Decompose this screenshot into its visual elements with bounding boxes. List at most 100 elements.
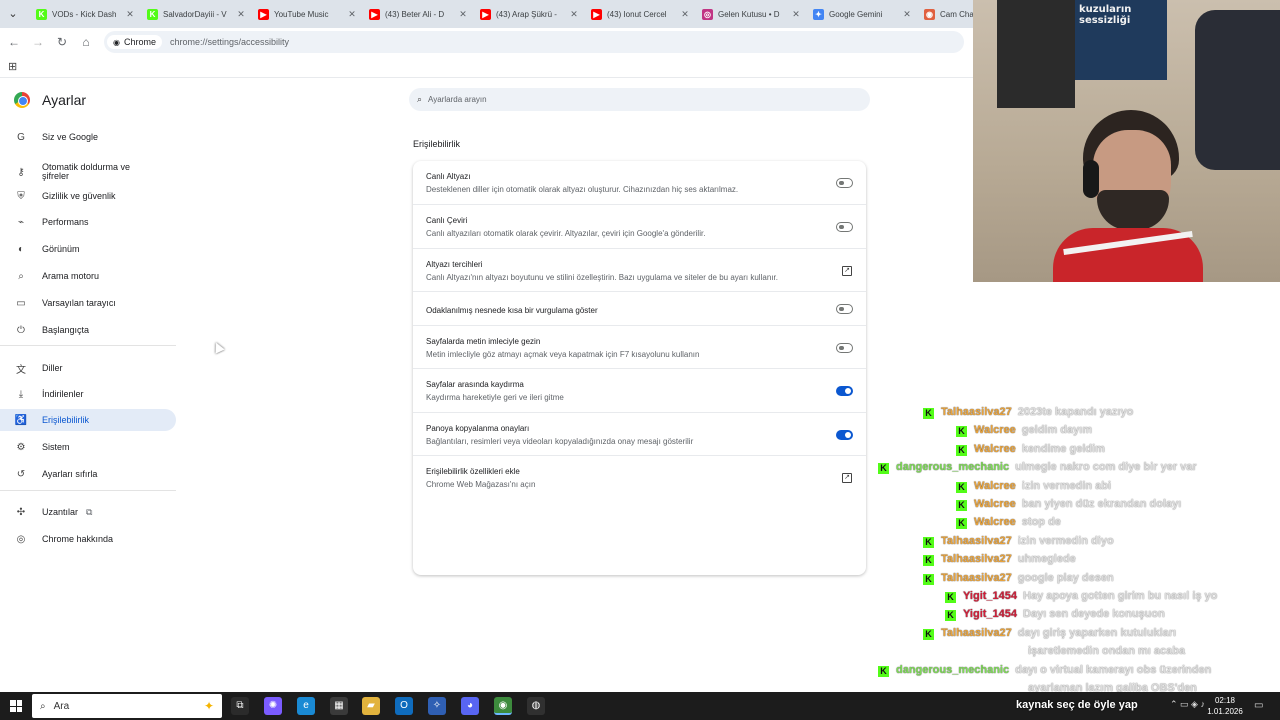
site-info-chip[interactable]: ◉ Chrome xyxy=(107,35,162,49)
sidebar-item-icon: ⤓ xyxy=(18,388,24,400)
clock[interactable]: 02:18 1.01.2026 xyxy=(1205,695,1245,717)
bookmarks-bar: ⊞ xyxy=(0,56,973,78)
settings-row[interactable]: Altyazı tercihleri Canlı Altyazı'nın alty… xyxy=(413,248,866,291)
chat-text: 2023te kapandı yazıyo xyxy=(1017,406,1134,418)
row-title: Altyazı tercihleri xyxy=(426,260,483,269)
browser-tab[interactable]: ◎ Gelen Kutusu • D ✕ xyxy=(696,4,802,24)
tab-close-icon[interactable]: ✕ xyxy=(901,9,913,20)
sidebar-item[interactable]: ⤓ İndirilenler xyxy=(0,383,176,405)
launch-icon[interactable]: ↗ xyxy=(842,265,852,276)
address-bar[interactable]: ◉ Chrome chrome://settings/accessibility xyxy=(104,31,964,53)
tab-favicon-icon: ✦ xyxy=(813,8,824,20)
sidebar-item[interactable]: ↺ Ayarları sıfırla xyxy=(0,463,176,485)
tray-icons[interactable]: ⌃ ▭ ◈ ♪ xyxy=(1170,699,1205,710)
tab-close-icon[interactable]: ✕ xyxy=(124,9,136,20)
sidebar-item[interactable]: ▭ Varsayılan tarayıcı xyxy=(0,292,176,314)
back-icon[interactable]: ← xyxy=(6,34,22,50)
omnibox-url[interactable]: chrome://settings/accessibility xyxy=(170,37,289,47)
browser-tab[interactable]: K SalvadorDayiii - V ✕ xyxy=(141,4,247,24)
settings-search-input[interactable]: ⌕ Ayarlarda arayın xyxy=(409,88,870,111)
discord-icon[interactable]: ◕ xyxy=(461,697,479,715)
start-button-icon[interactable] xyxy=(10,700,22,712)
sidebar-item[interactable]: ⌁ Performans xyxy=(0,211,176,233)
chat-message: K Talhaasilva27 izin vermedin diyo xyxy=(923,535,1114,548)
tab-close-icon[interactable]: ✕ xyxy=(568,9,580,20)
task-view-icon[interactable]: ⧉ xyxy=(231,697,249,715)
sidebar-item[interactable]: ◐ Görünüm xyxy=(0,238,176,260)
chat-message: K Walcree kendime geldim xyxy=(956,443,1105,456)
tab-close-icon[interactable]: ✕ xyxy=(235,9,247,20)
settings-row[interactable]: Erişilebilirlik özellikleri ekle Chrome W… xyxy=(413,455,866,498)
browser-tab[interactable]: ▶ (43) Arap Şükrü - ✕ xyxy=(474,4,580,24)
outlook-icon[interactable]: O xyxy=(395,697,413,715)
home-icon[interactable]: ⌂ xyxy=(78,34,94,50)
browser-tab[interactable]: ▶ YouTube Music ✕ xyxy=(252,4,358,24)
taskbar-search-input[interactable]: ⌕ Ara ✦ xyxy=(32,694,222,718)
sidebar-item[interactable]: ✣ Uzantılar ⧉ xyxy=(0,501,176,523)
chat-text: google play desen xyxy=(1017,571,1114,584)
browser-tab[interactable]: ▶ (43) Ionut Cercel ✕ xyxy=(585,4,691,24)
sidebar-item-icon: ↺ xyxy=(16,468,26,480)
sidebar-item[interactable]: ⚙ Sistem xyxy=(0,436,176,458)
sidebar-item-icon: ✣ xyxy=(16,506,26,518)
streamer-beard xyxy=(1097,190,1169,230)
row-title: Odaklanılmış nesnede kısa bir vurgulama … xyxy=(426,306,598,315)
chat-text: dayı o virtual kamerayı obs üzerinden xyxy=(1015,663,1212,676)
browser-tab[interactable]: ✦ Google Gemini ✕ xyxy=(807,4,913,24)
sidebar-item[interactable]: ⌕ Arama motoru xyxy=(0,265,176,287)
toggle-switch[interactable] xyxy=(836,304,853,314)
sidebar-item[interactable]: G Siz ve Google xyxy=(0,126,176,148)
game-icon[interactable]: ✧ xyxy=(428,697,446,715)
clock-date: 1.01.2026 xyxy=(1207,707,1243,716)
chat-message: Kdangerous_mechanic ulmegle nakro com diy… xyxy=(878,461,1197,475)
tab-close-icon[interactable]: ✕ xyxy=(457,9,469,20)
movie-poster-2: kuzuların sessizliği xyxy=(1075,0,1167,80)
chrome-icon[interactable]: ◉ xyxy=(494,697,512,715)
sidebar-item[interactable]: 文 Diller xyxy=(0,357,176,379)
sidebar-item[interactable]: ⚷ Otomatik doldurma ve şifreler xyxy=(0,161,176,183)
toggle-switch[interactable] xyxy=(836,429,853,440)
chat-message: K Talhaasilva27 google play desen xyxy=(923,572,1114,585)
toggle-switch[interactable] xyxy=(836,386,853,396)
reload-icon[interactable]: ↻ xyxy=(54,34,70,50)
kick-badge-icon: K xyxy=(956,500,967,511)
settings-row: Canlı Altyazı Desteklenen diller için oto… xyxy=(413,161,866,204)
sidebar-item[interactable]: ◎ Chrome hakkında xyxy=(0,528,176,550)
toggle-switch[interactable] xyxy=(836,342,853,353)
tab-close-icon[interactable]: ✕ xyxy=(346,9,358,20)
tab-close-icon[interactable]: ✕ xyxy=(790,9,802,20)
explorer-icon[interactable]: ▰ xyxy=(362,697,380,715)
sidebar-item-icon: ⚙ xyxy=(16,441,26,453)
chat-message: K Walcree geldim dayım xyxy=(956,424,1092,438)
chat-message: K Yigit_1454 Dayı sen deyede konuşuon xyxy=(945,608,1165,622)
tab-title: (43) Arap Şükrü - xyxy=(496,9,557,19)
sidebar-item-label: Otomatik doldurma ve şifreler xyxy=(42,162,131,181)
sidebar-item[interactable]: ⛨ Gizlilik ve güvenlik xyxy=(0,185,176,207)
forward-icon[interactable]: → xyxy=(30,34,46,50)
sidebar-item-label: Siz ve Google xyxy=(42,131,99,142)
apps-grid-icon[interactable]: ⊞ xyxy=(8,60,17,73)
notification-icon[interactable]: ▭ xyxy=(1254,700,1263,711)
tab-search-icon[interactable]: ⌄ xyxy=(4,5,22,23)
tab-close-icon[interactable]: ✕ xyxy=(679,9,691,20)
obs-icon[interactable]: ◍ xyxy=(527,697,545,715)
browser-tab[interactable]: K VODs - Kick Dash ✕ xyxy=(30,4,136,24)
kick-badge-icon: K xyxy=(923,408,934,419)
launch-icon[interactable]: ↗ xyxy=(842,472,852,483)
copilot-icon[interactable]: ✺ xyxy=(264,697,282,715)
chat-username: dangerous_mechanic xyxy=(896,461,1010,474)
taskbar: ⌕ Ara ✦ ⧉ ✺ e ▦ ▰ O ✧ ◕ ◉ ◍ kaynak seç de öyle ya… xyxy=(0,692,1280,720)
chat-text: dayı giriş yaparken kutulukları xyxy=(1017,626,1177,639)
search-highlight-icon: ✦ xyxy=(203,699,214,713)
omnibox-chip-label: Chrome xyxy=(123,37,156,47)
edge-icon[interactable]: e xyxy=(297,697,315,715)
sidebar-item[interactable]: ♿ Erişilebilirlik xyxy=(0,409,176,431)
chat-message: Kdangerous_mechanic dayı o virtual kamera… xyxy=(878,664,1211,677)
taskbar-search-placeholder: Ara xyxy=(53,700,70,712)
chat-text: Dayı sen deyede konuşuon xyxy=(1023,608,1165,621)
browser-tab[interactable]: ▶ (43) Beter Ali - D ✕ xyxy=(363,4,469,24)
toggle-switch[interactable] xyxy=(836,222,853,232)
toggle-switch[interactable] xyxy=(836,177,853,188)
store-icon[interactable]: ▦ xyxy=(330,697,348,715)
sidebar-item[interactable]: ⏻ Başlangıçta xyxy=(0,319,176,341)
